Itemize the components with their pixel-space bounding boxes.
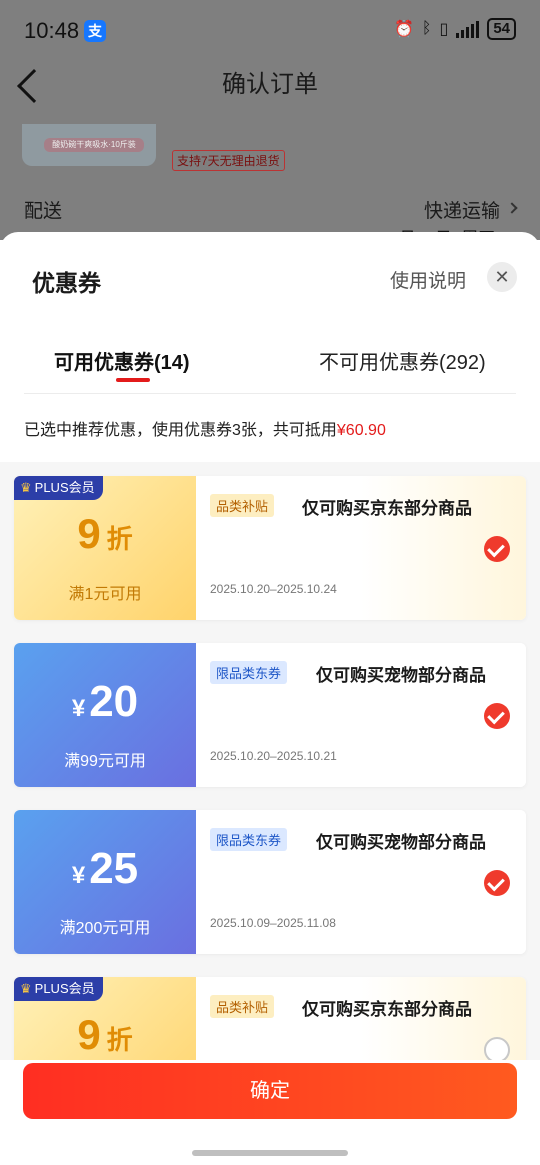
vibrate-icon: ▯ (439, 21, 449, 38)
coupon-tag: 限品类东券 (210, 828, 288, 851)
return-policy-tag: 支持7天无理由退货 (172, 150, 285, 171)
coupon-info: 品类补贴 仅可购买京东部分商品 2025.10.20–2025.10.24 (196, 476, 526, 620)
coupon-value: ¥20 (71, 677, 139, 726)
page-title: 确认订单 (222, 71, 318, 98)
confirm-button[interactable]: 确定 (23, 1063, 517, 1119)
coupon-sheet: 优惠券 使用说明 ✕ 可用优惠券(14) 不可用优惠券(292) 已选中推荐优惠… (0, 232, 540, 1165)
coupon-tag: 限品类东券 (210, 661, 288, 684)
coupon-condition: 满1元可用 (68, 586, 142, 603)
alarm-icon: ⏰ (393, 21, 414, 38)
coupon-value-panel: ♛ PLUS会员 9折 (14, 977, 196, 1062)
coupon-value: 9折 (77, 1011, 133, 1058)
coupon-date: 2025.10.20–2025.10.21 (210, 749, 337, 763)
coupon-desc: 仅可购买京东部分商品 (302, 1000, 472, 1019)
usage-help-link[interactable]: 使用说明 (390, 266, 466, 293)
coupon-info: 限品类东券 仅可购买宠物部分商品 2025.10.09–2025.11.08 (196, 810, 526, 954)
coupon-tag: 品类补贴 (210, 494, 275, 517)
checkbox-checked-icon[interactable] (484, 703, 510, 729)
home-indicator[interactable] (192, 1150, 348, 1156)
product-image-caption: 酸奶碗干爽吸水·10斤装 (44, 138, 144, 152)
bluetooth-icon: ᛒ (421, 20, 432, 37)
crown-icon: ♛ (20, 480, 32, 495)
system-icons: ⏰ ᛒ ▯ 54 (394, 18, 516, 40)
active-tab-indicator (116, 378, 150, 382)
coupon-desc: 仅可购买京东部分商品 (302, 499, 472, 518)
coupon-value: 9折 (77, 510, 133, 557)
alipay-icon: 支 (84, 20, 106, 42)
nav-bar: 确认订单 (0, 60, 540, 120)
checkbox-unchecked-icon[interactable] (484, 1037, 510, 1062)
crown-icon: ♛ (20, 981, 32, 996)
sheet-title: 优惠券 (32, 270, 101, 296)
battery-icon: 54 (487, 18, 516, 40)
status-bar: 10:48 支 ⏰ ᛒ ▯ 54 (0, 0, 540, 60)
coupon-tabs: 可用优惠券(14) 不可用优惠券(292) (24, 332, 516, 394)
coupon-condition: 满200元可用 (59, 920, 151, 937)
selection-summary: 已选中推荐优惠，使用优惠券3张，共可抵用¥60.90 (24, 416, 386, 440)
coupon-value-panel: ¥20 满99元可用 (14, 643, 196, 787)
summary-text: 已选中推荐优惠，使用优惠券3张，共可抵用 (24, 422, 337, 439)
status-time: 10:48 (24, 18, 80, 43)
coupon-value-panel: ♛ PLUS会员 9折 满1元可用 (14, 476, 196, 620)
coupon-desc: 仅可购买宠物部分商品 (316, 666, 486, 685)
plus-member-badge: ♛ PLUS会员 (14, 476, 103, 500)
coupon-card[interactable]: ¥25 满200元可用 限品类东券 仅可购买宠物部分商品 2025.10.09–… (14, 810, 526, 954)
coupon-date: 2025.10.09–2025.11.08 (210, 916, 336, 930)
summary-amount: ¥60.90 (336, 422, 386, 439)
checkbox-checked-icon[interactable] (484, 536, 510, 562)
coupon-info: 品类补贴 仅可购买京东部分商品 (196, 977, 526, 1062)
tab-unavailable[interactable]: 不可用优惠券(292) (319, 346, 486, 375)
coupon-condition: 满99元可用 (64, 753, 146, 770)
shipping-value[interactable]: 快递运输 (424, 196, 500, 223)
signal-icon (456, 20, 480, 38)
coupon-info: 限品类东券 仅可购买宠物部分商品 2025.10.20–2025.10.21 (196, 643, 526, 787)
bottom-action-bar: 确定 (0, 1060, 540, 1165)
plus-member-badge: ♛ PLUS会员 (14, 977, 103, 1001)
order-page-dimmed: 确认订单 酸奶碗干爽吸水·10斤装 支持7天无理由退货 配送 快递运输 10月2… (0, 60, 540, 248)
coupon-tag: 品类补贴 (210, 995, 275, 1018)
product-image: 酸奶碗干爽吸水·10斤装 (22, 124, 156, 166)
shipping-label: 配送 (24, 201, 63, 222)
coupon-desc: 仅可购买宠物部分商品 (316, 833, 486, 852)
checkbox-checked-icon[interactable] (484, 870, 510, 896)
coupon-list[interactable]: ♛ PLUS会员 9折 满1元可用 品类补贴 仅可购买京东部分商品 2025.10… (0, 462, 540, 1062)
coupon-card[interactable]: ♛ PLUS会员 9折 品类补贴 仅可购买京东部分商品 (14, 977, 526, 1062)
coupon-date: 2025.10.20–2025.10.24 (210, 582, 337, 596)
chevron-right-icon (506, 202, 518, 214)
close-icon[interactable]: ✕ (487, 262, 517, 292)
tab-available[interactable]: 可用优惠券(14) (54, 346, 190, 375)
coupon-card[interactable]: ¥20 满99元可用 限品类东券 仅可购买宠物部分商品 2025.10.20–2… (14, 643, 526, 787)
coupon-value-panel: ¥25 满200元可用 (14, 810, 196, 954)
coupon-card[interactable]: ♛ PLUS会员 9折 满1元可用 品类补贴 仅可购买京东部分商品 2025.10… (14, 476, 526, 620)
coupon-value: ¥25 (71, 844, 139, 893)
